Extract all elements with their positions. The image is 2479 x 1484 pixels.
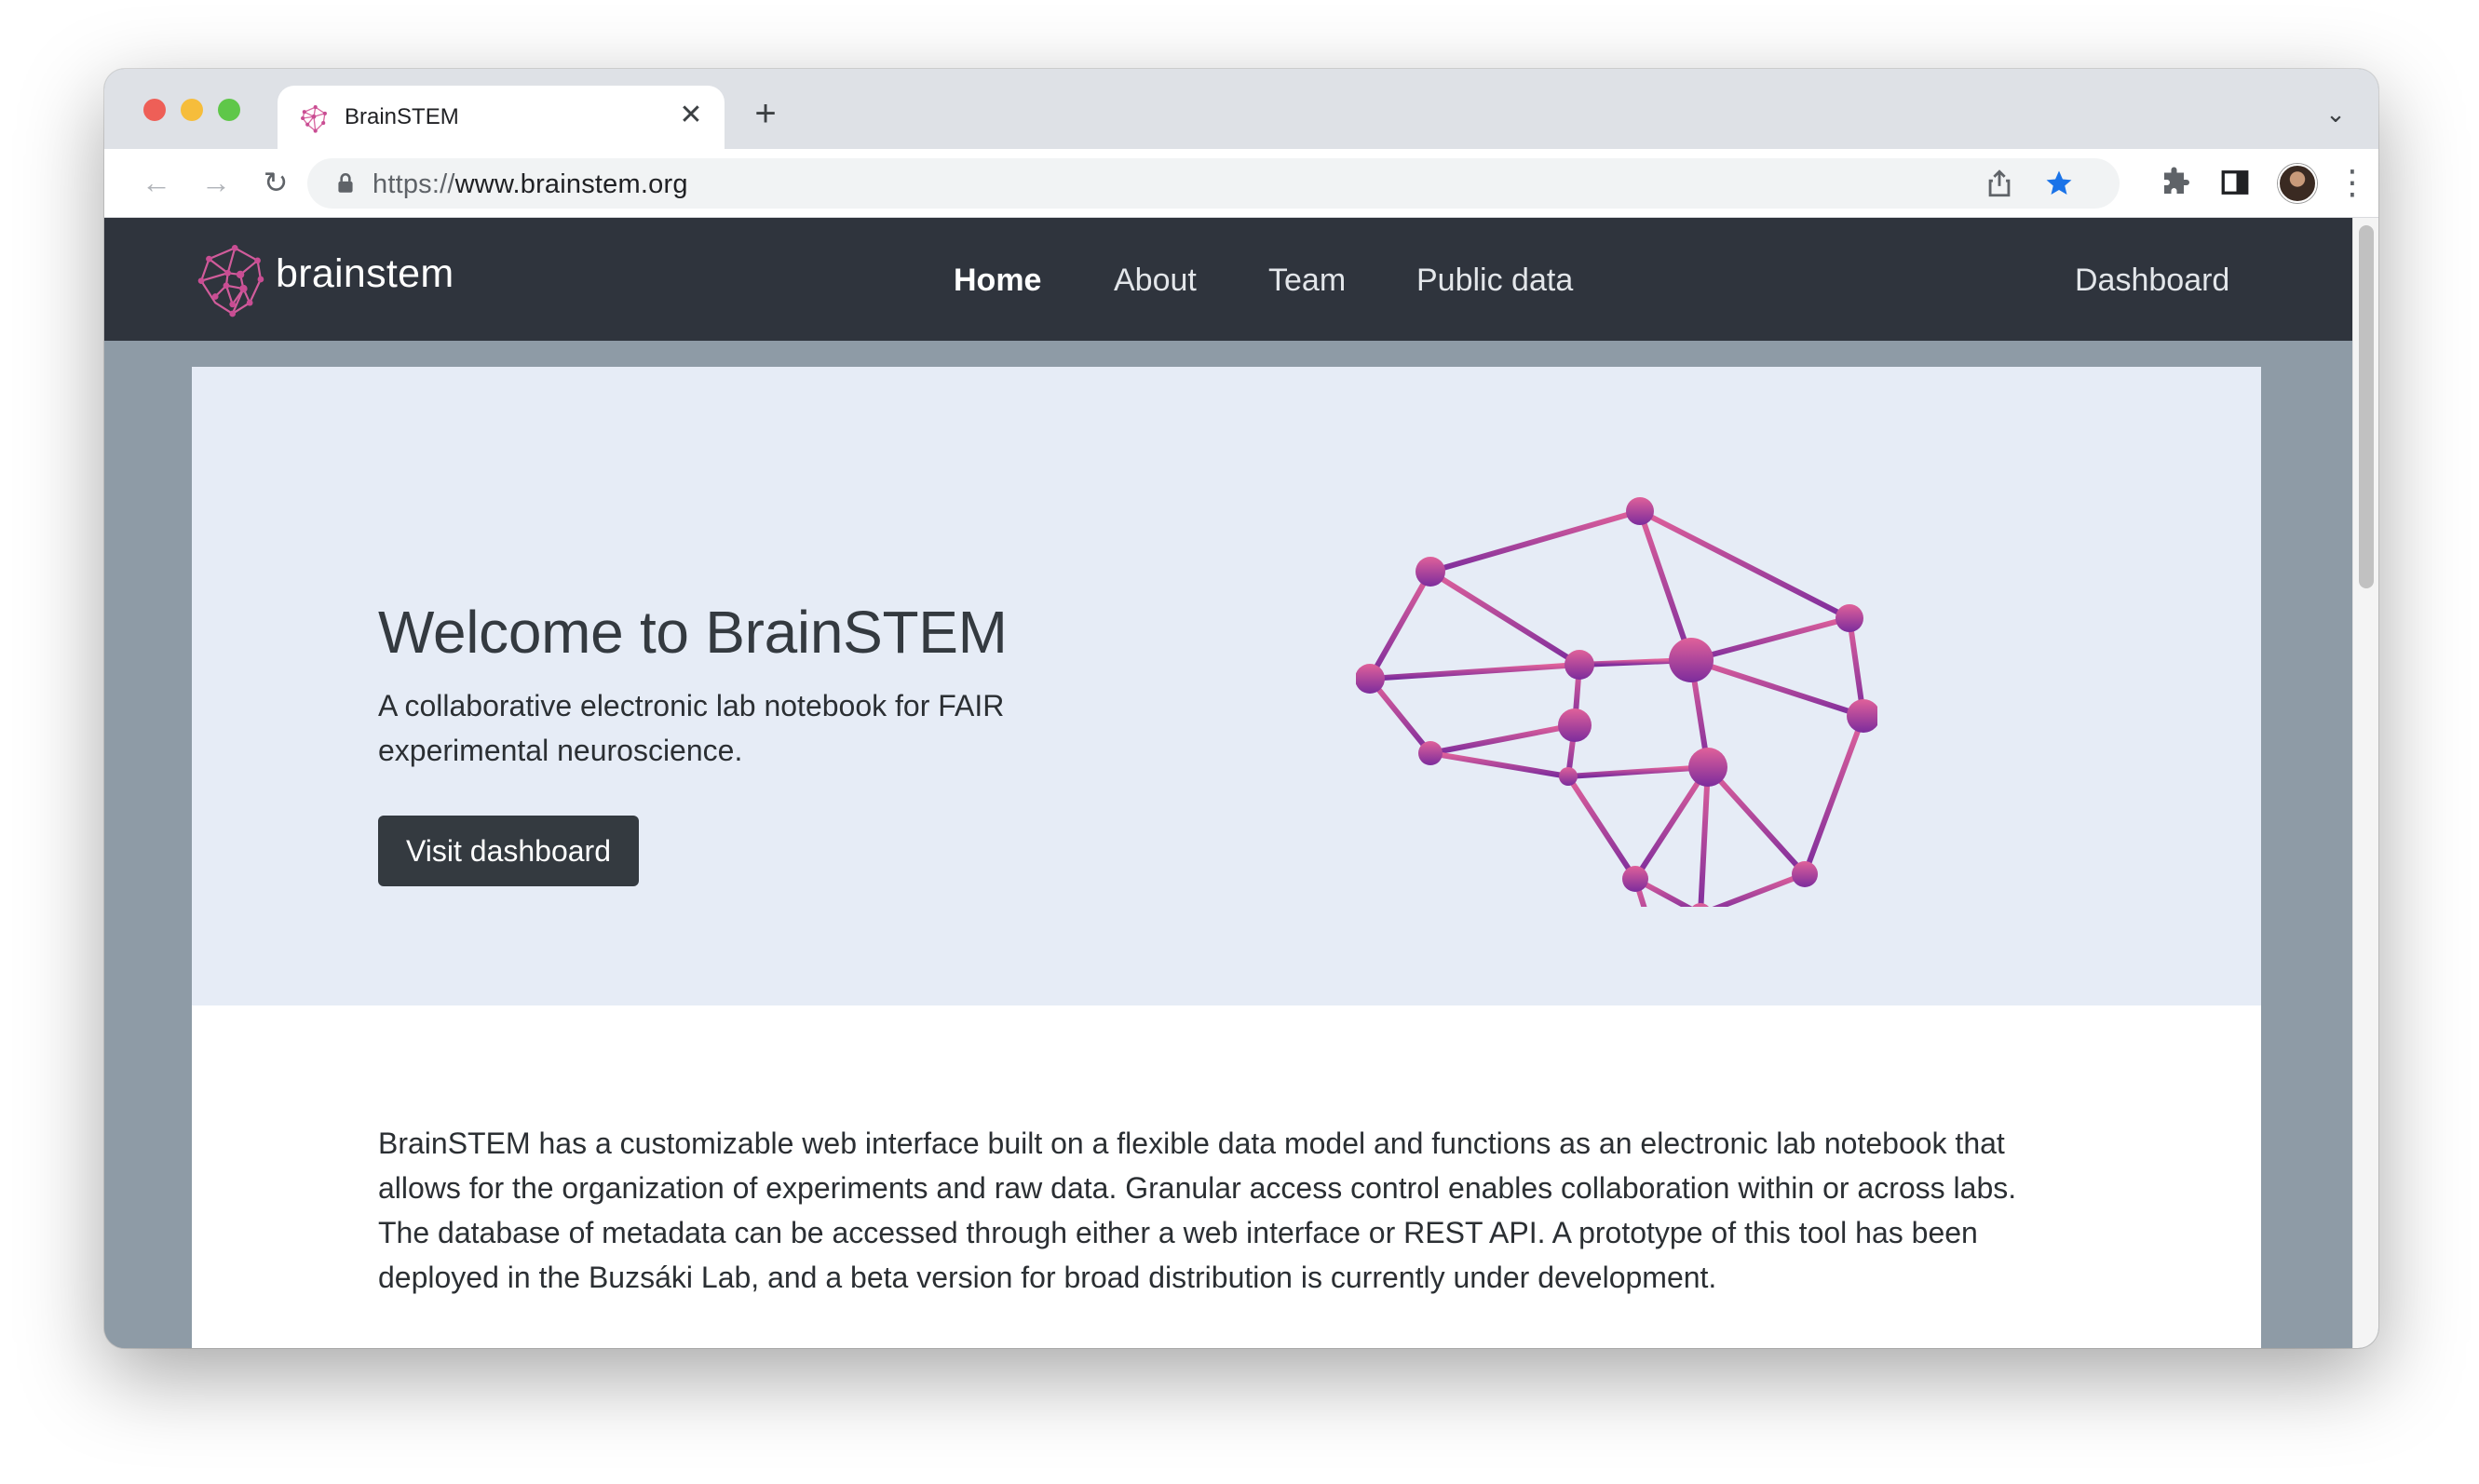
url-host: www.brainstem.org — [454, 169, 688, 199]
hero-title: Welcome to BrainSTEM — [378, 599, 1008, 666]
brain-network-icon[interactable] — [192, 240, 270, 318]
puzzle-icon[interactable] — [2159, 166, 2192, 199]
brain-network-illustration — [1356, 497, 1877, 907]
tab-strip: BrainSTEM ✕ + ⌄ — [104, 69, 2378, 149]
intro-section: BrainSTEM has a customizable web interfa… — [192, 1005, 2261, 1348]
lock-icon[interactable] — [333, 171, 358, 196]
nav-home[interactable]: Home — [954, 263, 1041, 299]
close-window-button[interactable] — [143, 99, 166, 121]
tab-brainstem[interactable]: BrainSTEM ✕ — [278, 86, 725, 149]
hero-section: Welcome to BrainSTEM A collaborative ele… — [192, 367, 2261, 1005]
tab-title: BrainSTEM — [345, 104, 459, 129]
visit-dashboard-button[interactable]: Visit dashboard — [378, 816, 639, 886]
nav-public-data[interactable]: Public data — [1416, 263, 1573, 299]
forward-button[interactable]: → — [197, 164, 235, 201]
brain-network-icon — [301, 105, 327, 133]
hero-subtitle: A collaborative electronic lab notebook … — [378, 689, 1005, 767]
url-scheme: https:// — [373, 169, 455, 199]
nav-team[interactable]: Team — [1268, 263, 1346, 299]
nav-dashboard[interactable]: Dashboard — [2075, 263, 2229, 299]
back-button[interactable]: ← — [138, 164, 175, 201]
star-icon[interactable] — [2043, 168, 2075, 199]
nav-about[interactable]: About — [1114, 263, 1197, 299]
share-icon[interactable] — [1984, 168, 2015, 199]
url-text[interactable]: https://www.brainstem.org — [373, 169, 688, 200]
maximize-window-button[interactable] — [218, 99, 240, 121]
close-tab-icon[interactable]: ✕ — [674, 99, 708, 132]
new-tab-button[interactable]: + — [747, 95, 784, 132]
address-bar[interactable]: https://www.brainstem.org — [307, 158, 2120, 209]
browser-window: BrainSTEM ✕ + ⌄ ← → ↻ https://www.brains… — [104, 69, 2378, 1348]
brand-name[interactable]: brainstem — [276, 251, 454, 297]
tab-search-icon[interactable]: ⌄ — [2319, 97, 2352, 130]
intro-paragraph: BrainSTEM has a customizable web interfa… — [378, 1126, 2017, 1294]
page-scrollbar[interactable] — [2352, 218, 2378, 1348]
browser-toolbar: ← → ↻ https://www.brainstem.org ⋮ — [104, 149, 2378, 218]
side-panel-icon[interactable] — [2218, 166, 2252, 199]
minimize-window-button[interactable] — [181, 99, 203, 121]
browser-menu-icon[interactable]: ⋮ — [2336, 162, 2369, 203]
site-navbar: brainstem Home About Team Public data Da… — [104, 218, 2352, 341]
scrollbar-thumb[interactable] — [2359, 225, 2374, 588]
profile-avatar[interactable] — [2278, 164, 2317, 203]
reload-button[interactable]: ↻ — [257, 164, 294, 201]
page-viewport: brainstem Home About Team Public data Da… — [104, 218, 2378, 1348]
